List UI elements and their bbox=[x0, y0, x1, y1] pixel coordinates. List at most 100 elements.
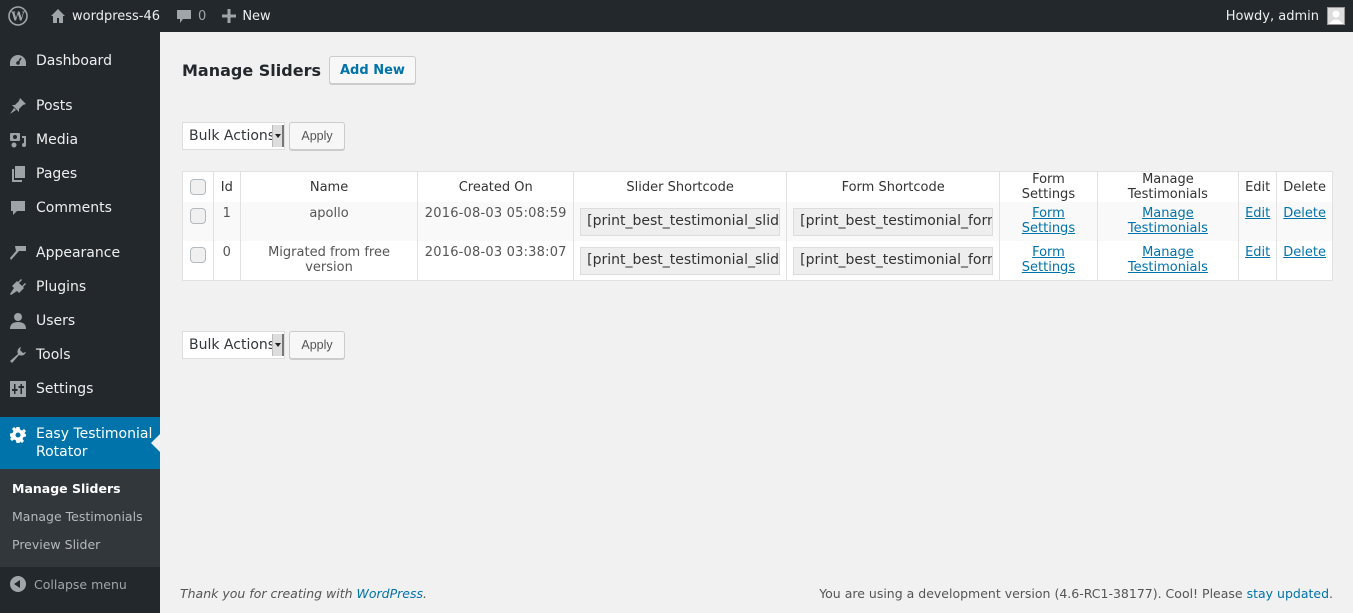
sidebar-item-users[interactable]: Users bbox=[0, 304, 160, 338]
form-settings-link[interactable]: Form Settings bbox=[1022, 206, 1075, 236]
sidebar-item-label: Easy Testimonial Rotator bbox=[36, 426, 153, 460]
select-all-checkbox[interactable] bbox=[189, 179, 206, 195]
comments-link[interactable]: 0 bbox=[168, 0, 214, 32]
sidebar-item-posts[interactable]: Posts bbox=[0, 89, 160, 123]
form-shortcode-input[interactable]: [print_best_testimonial_form id="0"] bbox=[793, 247, 994, 275]
sidebar-item-easy-testimonial-rotator[interactable]: Easy Testimonial Rotator bbox=[0, 417, 160, 469]
sidebar-item-label: Media bbox=[36, 132, 79, 148]
cell-form-shortcode: [print_best_testimonial_form id="1"] bbox=[786, 202, 1001, 241]
header-edit: Edit bbox=[1238, 171, 1278, 202]
new-content-link[interactable]: New bbox=[214, 0, 278, 32]
page-title: Manage Sliders bbox=[182, 60, 321, 80]
cell-delete: Delete bbox=[1276, 241, 1333, 280]
edit-link[interactable]: Edit bbox=[1245, 245, 1270, 260]
collapse-arrow-icon bbox=[10, 576, 26, 592]
edit-link[interactable]: Edit bbox=[1245, 206, 1270, 221]
collapse-menu-label: Collapse menu bbox=[34, 576, 127, 592]
delete-link[interactable]: Delete bbox=[1283, 245, 1326, 260]
cell-form-settings: Form Settings bbox=[999, 202, 1098, 241]
sliders-table: Id Name Created On Slider Shortcode Form… bbox=[182, 171, 1333, 281]
wordpress-link[interactable]: WordPress bbox=[357, 586, 423, 601]
bulk-actions-top: Bulk Actions Apply bbox=[182, 122, 1353, 150]
pages-icon bbox=[8, 164, 28, 184]
header-name[interactable]: Name bbox=[240, 171, 419, 202]
sidebar-item-media[interactable]: Media bbox=[0, 123, 160, 157]
row-checkbox-cell bbox=[182, 202, 214, 241]
footer: Thank you for creating with WordPress. Y… bbox=[180, 586, 1333, 601]
greeting: Howdy, admin bbox=[1225, 8, 1319, 24]
slider-shortcode-input[interactable]: [print_best_testimonial_slider id="1"] bbox=[580, 208, 781, 236]
bulk-actions-select[interactable]: Bulk Actions bbox=[182, 330, 285, 359]
wordpress-logo-icon: W bbox=[8, 6, 28, 26]
plus-icon bbox=[222, 9, 237, 23]
header-slider-shortcode: Slider Shortcode bbox=[573, 171, 788, 202]
apply-button[interactable]: Apply bbox=[289, 330, 345, 359]
sidebar-item-comments[interactable]: Comments bbox=[0, 191, 160, 225]
comment-icon bbox=[176, 8, 192, 24]
slider-shortcode-input[interactable]: [print_best_testimonial_slider id="0"] bbox=[580, 247, 781, 275]
footer-thanks-suffix: . bbox=[423, 586, 427, 601]
cell-manage-testimonials: Manage Testimonials bbox=[1097, 241, 1240, 280]
header-form-shortcode: Form Shortcode bbox=[786, 171, 1001, 202]
sidebar-item-pages[interactable]: Pages bbox=[0, 157, 160, 191]
cell-manage-testimonials: Manage Testimonials bbox=[1097, 202, 1240, 241]
my-account-menu[interactable]: Howdy, admin bbox=[1226, 7, 1353, 25]
sidebar-item-label: Posts bbox=[36, 98, 73, 114]
bulk-actions-selected: Bulk Actions bbox=[189, 336, 276, 353]
sidebar-item-appearance[interactable]: Appearance bbox=[0, 236, 160, 270]
manage-testimonials-link[interactable]: Manage Testimonials bbox=[1128, 206, 1208, 236]
wp-logo-menu[interactable]: W bbox=[0, 0, 42, 32]
cell-created-on: 2016-08-03 05:08:59 bbox=[417, 202, 575, 241]
delete-link[interactable]: Delete bbox=[1283, 206, 1326, 221]
svg-text:W: W bbox=[10, 10, 25, 24]
bulk-actions-select[interactable]: Bulk Actions bbox=[182, 122, 285, 150]
user-icon bbox=[8, 311, 28, 331]
footer-version-text: You are using a development version (4.6… bbox=[819, 586, 1247, 601]
submenu-manage-testimonials[interactable]: Manage Testimonials bbox=[0, 503, 160, 531]
sidebar-item-plugins[interactable]: Plugins bbox=[0, 270, 160, 304]
manage-testimonials-link[interactable]: Manage Testimonials bbox=[1128, 245, 1208, 275]
footer-thanks-text: Thank you for creating with bbox=[180, 586, 357, 601]
cell-name: Migrated from free version bbox=[240, 241, 419, 280]
header-delete: Delete bbox=[1276, 171, 1333, 202]
submenu-preview-slider[interactable]: Preview Slider bbox=[0, 531, 160, 559]
sidebar-item-label: Dashboard bbox=[36, 53, 112, 69]
header-form-settings: Form Settings bbox=[999, 171, 1098, 202]
cell-created-on: 2016-08-03 03:38:07 bbox=[417, 241, 575, 280]
table-row: 0 Migrated from free version 2016-08-03 … bbox=[182, 241, 1333, 280]
header-id[interactable]: Id bbox=[213, 171, 241, 202]
chevron-down-icon bbox=[272, 333, 284, 356]
header-created-on[interactable]: Created On bbox=[417, 171, 575, 202]
row-checkbox[interactable] bbox=[189, 208, 206, 224]
apply-button[interactable]: Apply bbox=[289, 122, 345, 150]
sidebar-item-dashboard[interactable]: Dashboard bbox=[0, 44, 160, 78]
sidebar-item-label: Appearance bbox=[36, 245, 121, 261]
cell-form-settings: Form Settings bbox=[999, 241, 1098, 280]
wrench-icon bbox=[8, 345, 28, 365]
sidebar-item-label: Comments bbox=[36, 200, 112, 216]
admin-bar: W wordpress-46 0 New Howdy, admin bbox=[0, 0, 1353, 32]
row-checkbox[interactable] bbox=[189, 247, 206, 263]
cell-delete: Delete bbox=[1276, 202, 1333, 241]
pin-icon bbox=[8, 96, 28, 116]
form-settings-link[interactable]: Form Settings bbox=[1022, 245, 1075, 275]
plug-icon bbox=[8, 277, 28, 297]
stay-updated-link[interactable]: stay updated bbox=[1247, 586, 1329, 601]
site-name-link[interactable]: wordpress-46 bbox=[42, 0, 168, 32]
submenu-manage-sliders[interactable]: Manage Sliders bbox=[0, 475, 160, 503]
sidebar-item-tools[interactable]: Tools bbox=[0, 338, 160, 372]
main-content: Manage Sliders Add New Bulk Actions Appl… bbox=[160, 32, 1353, 613]
cell-id: 0 bbox=[213, 241, 241, 280]
bulk-actions-selected: Bulk Actions bbox=[189, 128, 276, 144]
collapse-menu-button[interactable]: Collapse menu bbox=[0, 567, 160, 601]
form-shortcode-input[interactable]: [print_best_testimonial_form id="1"] bbox=[793, 208, 994, 236]
sidebar-item-label: Settings bbox=[36, 381, 94, 397]
footer-version-suffix: . bbox=[1329, 586, 1333, 601]
home-icon bbox=[50, 8, 66, 24]
current-menu-arrow bbox=[151, 434, 160, 452]
submenu: Manage Sliders Manage Testimonials Previ… bbox=[0, 469, 160, 567]
add-new-button[interactable]: Add New bbox=[329, 56, 416, 84]
comment-icon bbox=[8, 198, 28, 218]
cell-name: apollo bbox=[240, 202, 419, 241]
sidebar-item-settings[interactable]: Settings bbox=[0, 372, 160, 406]
